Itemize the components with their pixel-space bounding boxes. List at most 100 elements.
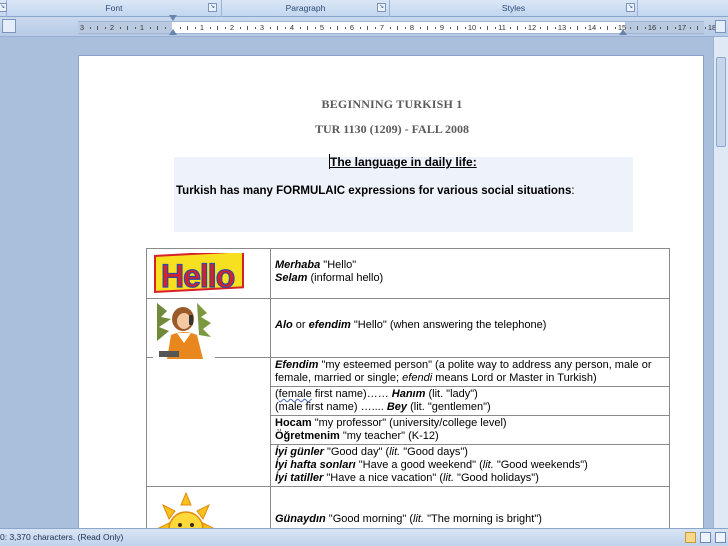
ruler-tick-mark <box>464 27 466 29</box>
ruler-tick-mark <box>509 27 511 29</box>
ruler-tick-mark <box>157 26 158 30</box>
ruler-tick-mark <box>239 27 241 29</box>
ruler-tick-mark <box>359 27 361 29</box>
ruler-tick-mark <box>689 27 691 29</box>
table-cell-image: Hello <box>146 248 271 299</box>
ribbon-group-labels: ↘ Font ↘ Paragraph ↘ Styles ↘ <box>0 0 728 17</box>
definition: means Lord or Master in Turkish) <box>432 372 597 384</box>
ruler-tick-mark <box>427 26 428 30</box>
font-dialog-launcher-icon[interactable]: ↘ <box>208 3 217 12</box>
ruler-tick-label: 4 <box>289 23 295 32</box>
document-page[interactable]: BEGINNING TURKISH 1 TUR 1130 (1209) - FA… <box>78 55 704 546</box>
ruler-tick-mark <box>629 27 631 29</box>
ruler-tick-mark <box>254 27 256 29</box>
ruler-tick-mark <box>577 26 578 30</box>
ruler-tick-mark <box>134 27 136 29</box>
ruler-tick-mark <box>127 26 128 30</box>
ruler-tick-label: 9 <box>439 23 445 32</box>
definition: "The morning is bright") <box>424 513 542 525</box>
term: Efendim <box>275 359 319 371</box>
definition: "Good weekends") <box>493 459 588 471</box>
table-cell-text: Hocam "my professor" (university/college… <box>270 415 670 445</box>
ruler-tick-mark <box>547 26 548 30</box>
lit-abbrev: lit. <box>413 513 425 525</box>
web-layout-view-button[interactable] <box>715 532 726 543</box>
lit-abbrev: lit. <box>443 472 454 484</box>
full-screen-reading-view-button[interactable] <box>700 532 711 543</box>
intro-sentence: Turkish has many FORMULAIC expressions f… <box>176 185 575 197</box>
ruler-tick-mark <box>487 26 488 30</box>
vertical-scrollbar[interactable] <box>713 37 728 528</box>
document-canvas[interactable]: BEGINNING TURKISH 1 TUR 1130 (1209) - FA… <box>0 37 713 546</box>
definition: "my teacher" (K-12) <box>339 430 439 442</box>
phrases-table: Hello Merhaba "Hello" Selam (informal he… <box>146 248 670 546</box>
ruler-tick-mark <box>329 27 331 29</box>
ruler-tick-label: 6 <box>349 23 355 32</box>
definition: (lit. "gentlemen") <box>407 401 491 413</box>
text: (male first name) ….... <box>275 401 387 413</box>
term-italic: efendi <box>402 372 433 384</box>
ruler-tick-mark <box>524 27 526 29</box>
intro-colon: : <box>571 185 575 197</box>
vertical-scroll-thumb[interactable] <box>716 57 726 147</box>
ruler-tick-mark <box>434 27 436 29</box>
ruler-tick-mark <box>149 27 151 29</box>
ruler-tick-mark <box>89 27 91 29</box>
ruler-tick-label: 2 <box>229 23 235 32</box>
definition: "Have a nice vacation" ( <box>323 472 443 484</box>
ruler-tick-mark <box>344 27 346 29</box>
ruler-tick-mark <box>419 27 421 29</box>
course-subtitle: TUR 1130 (1209) - FALL 2008 <box>314 122 470 136</box>
ruler-tick-mark <box>367 26 368 30</box>
styles-group-label: Styles <box>501 3 526 13</box>
tab-selector-button[interactable] <box>2 19 16 33</box>
ruler-tick-mark <box>119 27 121 29</box>
styles-dialog-launcher-icon[interactable]: ↘ <box>626 3 635 12</box>
ruler-tick-mark <box>614 27 616 29</box>
ruler-tick-label: 11 <box>498 23 506 32</box>
table-row: Alo or efendim "Hello" (when answering t… <box>146 298 670 359</box>
ruler-tick-mark <box>307 26 308 30</box>
ruler-tick-mark <box>269 27 271 29</box>
document-title: BEGINNING TURKISH 1 <box>321 97 463 111</box>
ruler-tick-label: 3 <box>259 23 265 32</box>
definition: "Good day" ( <box>323 446 390 458</box>
ruler-tick-mark <box>104 27 106 29</box>
ruler-tick-mark <box>299 27 301 29</box>
connector: or <box>292 319 309 331</box>
right-indent-marker[interactable] <box>619 29 627 35</box>
view-ruler-button[interactable] <box>715 20 726 33</box>
ruler-tick-mark <box>97 26 98 30</box>
term: Selam <box>275 272 308 284</box>
ruler-tick-mark <box>404 27 406 29</box>
ruler-tick-label: 7 <box>379 23 385 32</box>
hello-sign-text: Hello <box>161 258 235 294</box>
hello-sign-icon: Hello <box>154 253 244 295</box>
ruler-tick-mark <box>599 27 601 29</box>
print-layout-view-button[interactable] <box>685 532 696 543</box>
table-cell-image <box>146 298 271 359</box>
ruler-tick-label: 3 <box>79 23 85 32</box>
ruler-tick-mark <box>314 27 316 29</box>
table-cell-text: Efendim "my esteemed person" (a polite w… <box>270 357 670 387</box>
term: İyi tatiller <box>275 472 324 484</box>
table-cell-text: (female first name)…… Hanım (lit. "lady"… <box>270 386 670 416</box>
ruler-tick-mark <box>217 26 218 30</box>
clipboard-dialog-launcher-icon[interactable]: ↘ <box>0 3 7 12</box>
definition: "Good days") <box>400 446 468 458</box>
ruler-tick-mark <box>554 27 556 29</box>
first-line-indent-marker[interactable] <box>169 15 177 21</box>
ruler-tick-mark <box>284 27 286 29</box>
status-bar: 0: 3,370 characters. (Read Only) <box>0 528 728 546</box>
ruler-tick-mark <box>209 27 211 29</box>
paragraph-dialog-launcher-icon[interactable]: ↘ <box>377 3 386 12</box>
hanging-indent-marker[interactable] <box>169 29 177 35</box>
lit-abbrev: lit. <box>482 459 494 471</box>
term: Alo <box>275 319 293 331</box>
definition: "Good morning" ( <box>325 513 414 525</box>
term: efendim <box>308 319 351 331</box>
definition: "Have a good weekend" ( <box>355 459 483 471</box>
definition: (informal hello) <box>307 272 384 284</box>
ruler-tick-mark <box>569 27 571 29</box>
ruler-tick-mark <box>517 26 518 30</box>
